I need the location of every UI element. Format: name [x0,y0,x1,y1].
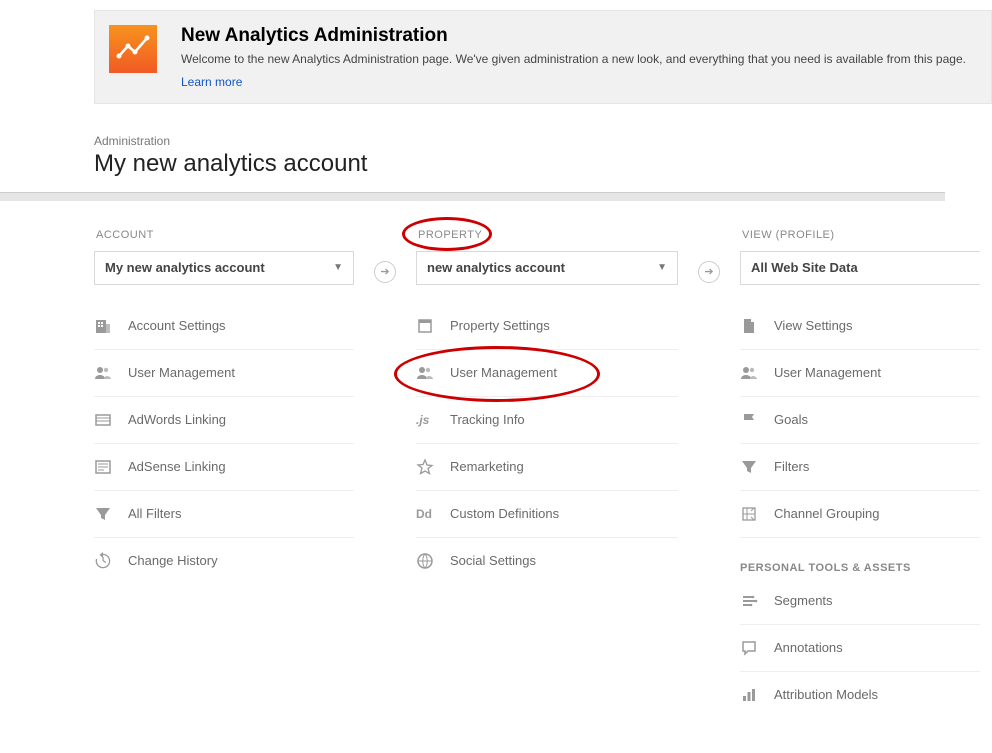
remarketing[interactable]: Remarketing [416,444,678,491]
arrow-right-icon: ➔ [374,261,396,283]
filter-icon [740,458,774,476]
nav-label: Property Settings [450,318,550,333]
banner-title: New Analytics Administration [181,25,966,47]
analytics-logo-icon [109,25,157,73]
view-select-value: All Web Site Data [751,260,858,275]
arrow-right-icon: ➔ [698,261,720,283]
view-user-management[interactable]: User Management [740,350,980,397]
view-select[interactable]: All Web Site Data [740,251,980,285]
page-title: My new analytics account [94,150,992,178]
account-settings[interactable]: Account Settings [94,303,354,350]
nav-label: Remarketing [450,459,524,474]
divider [0,192,945,201]
attribution-models[interactable]: Attribution Models [740,672,980,718]
nav-label: Social Settings [450,553,536,568]
speech-bubble-icon [740,639,774,657]
property-header: PROPERTY [418,229,678,241]
nav-label: User Management [450,365,557,380]
channel-grouping-icon [740,505,774,523]
view-filters[interactable]: Filters [740,444,980,491]
segments-icon [740,592,774,610]
dd-icon: Dd [416,507,450,521]
change-history[interactable]: Change History [94,538,354,584]
nav-label: Change History [128,553,218,568]
goals[interactable]: Goals [740,397,980,444]
segments[interactable]: Segments [740,578,980,625]
history-icon [94,552,128,570]
property-column: PROPERTY new analytics account ▼ Propert… [416,229,678,718]
flag-icon [740,411,774,429]
nav-label: User Management [774,365,881,380]
document-icon [740,317,774,335]
all-filters[interactable]: All Filters [94,491,354,538]
remarketing-icon [416,458,450,476]
view-settings[interactable]: View Settings [740,303,980,350]
bar-chart-icon [740,686,774,704]
property-user-management[interactable]: User Management [416,350,678,397]
social-settings[interactable]: Social Settings [416,538,678,584]
nav-label: View Settings [774,318,853,333]
column-connector: ➔ [678,229,740,718]
nav-label: Segments [774,593,833,608]
property-select[interactable]: new analytics account ▼ [416,251,678,285]
nav-label: Attribution Models [774,687,878,702]
account-column: ACCOUNT My new analytics account ▼ Accou… [94,229,354,718]
nav-label: Goals [774,412,808,427]
filter-icon [94,505,128,523]
personal-tools-header: PERSONAL TOOLS & ASSETS [740,562,980,574]
breadcrumb: Administration [94,134,992,148]
nav-label: Channel Grouping [774,506,880,521]
nav-label: Tracking Info [450,412,525,427]
nav-label: User Management [128,365,235,380]
nav-label: Annotations [774,640,843,655]
learn-more-link[interactable]: Learn more [181,75,242,89]
people-icon [740,364,774,382]
custom-definitions[interactable]: Dd Custom Definitions [416,491,678,538]
caret-down-icon: ▼ [657,262,667,273]
column-connector: ➔ [354,229,416,718]
account-user-management[interactable]: User Management [94,350,354,397]
nav-label: Account Settings [128,318,226,333]
nav-label: Filters [774,459,809,474]
admin-columns: ACCOUNT My new analytics account ▼ Accou… [94,229,992,718]
building-icon [94,317,128,335]
globe-icon [416,552,450,570]
banner-body: Welcome to the new Analytics Administrat… [181,51,966,68]
adwords-linking[interactable]: AdWords Linking [94,397,354,444]
property-select-value: new analytics account [427,260,565,275]
adsense-linking[interactable]: AdSense Linking [94,444,354,491]
tracking-info[interactable]: .js Tracking Info [416,397,678,444]
nav-label: AdSense Linking [128,459,226,474]
info-banner: New Analytics Administration Welcome to … [94,10,992,104]
caret-down-icon: ▼ [333,262,343,273]
property-settings-icon [416,317,450,335]
nav-label: All Filters [128,506,181,521]
view-column: VIEW (PROFILE) All Web Site Data View Se… [740,229,980,718]
annotations[interactable]: Annotations [740,625,980,672]
adwords-icon [94,411,128,429]
channel-grouping[interactable]: Channel Grouping [740,491,980,538]
nav-label: AdWords Linking [128,412,226,427]
nav-label: Custom Definitions [450,506,559,521]
view-header: VIEW (PROFILE) [742,229,980,241]
people-icon [94,364,128,382]
account-header: ACCOUNT [96,229,354,241]
property-settings[interactable]: Property Settings [416,303,678,350]
adsense-icon [94,458,128,476]
account-select-value: My new analytics account [105,260,265,275]
people-icon [416,364,450,382]
account-select[interactable]: My new analytics account ▼ [94,251,354,285]
js-icon: .js [416,413,450,427]
